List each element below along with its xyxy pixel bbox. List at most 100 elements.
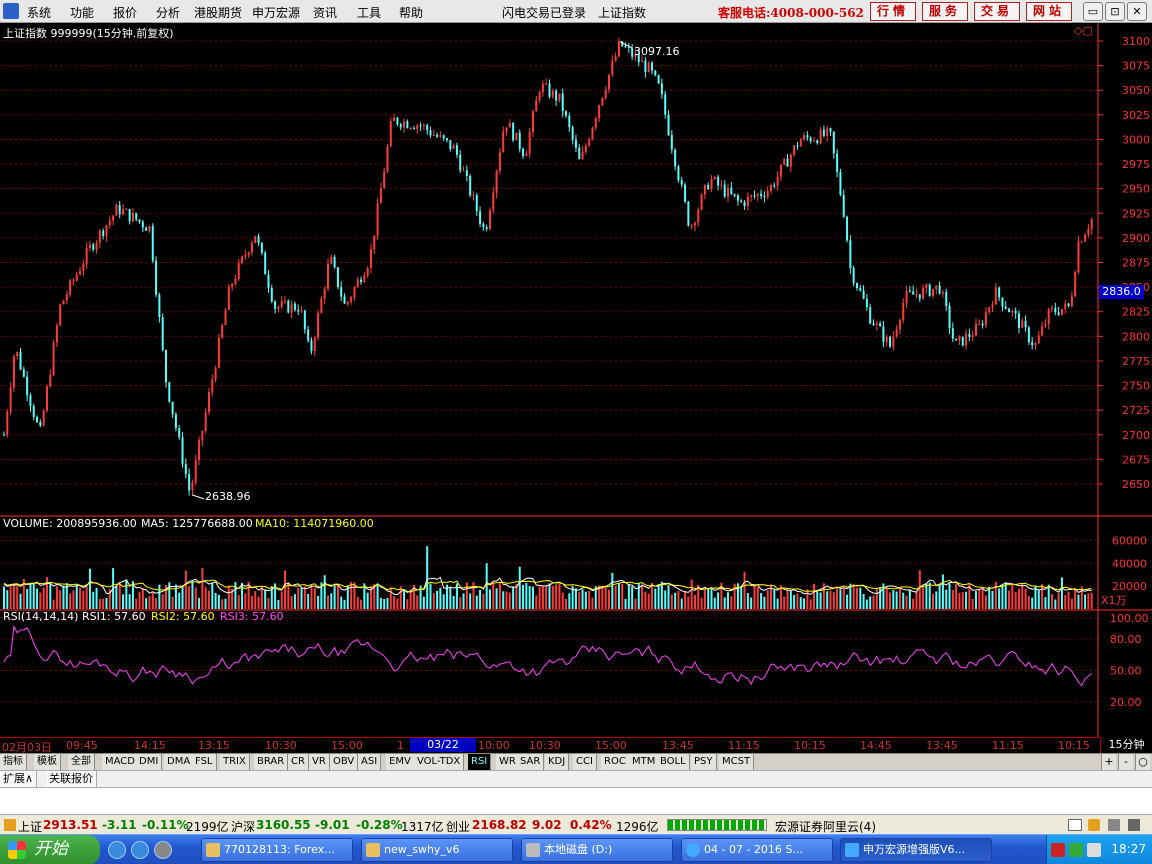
menu-quote[interactable]: 报价 [113,4,137,21]
start-button[interactable]: 开始 [0,835,100,864]
quote-button[interactable]: 行情 [870,2,916,21]
candle-body [558,93,561,101]
menu-swhy[interactable]: 申万宏源 [252,4,300,21]
candle-body [974,323,977,336]
candle-body [664,94,667,115]
restore-button[interactable]: ⊡ [1105,2,1125,21]
indicator-tab-psy[interactable]: PSY [691,754,717,770]
indicator-tab-emv[interactable]: EMV [386,754,415,770]
indicator-tab-cr[interactable]: CR [288,754,309,770]
expand-tab[interactable]: 扩展∧ [0,771,38,787]
ie2-icon[interactable] [131,841,149,859]
price-tick-label: 2700 [1122,429,1150,442]
task-folder[interactable]: new_swhy_v6 [361,838,513,862]
indicator-tab-全部[interactable]: 全部 [68,754,95,770]
candle-body [895,329,898,337]
candle-body [591,127,594,140]
clock: 18:27 [1111,842,1146,856]
menu-tools[interactable]: 工具 [357,4,381,21]
indicator-tab-mcst[interactable]: MCST [719,754,755,770]
volume-bar [29,583,32,609]
lock-icon[interactable] [1108,819,1120,831]
volume-bar [1070,598,1073,609]
task-forex[interactable]: 770128113: Forex... [201,838,353,862]
candle-body [928,284,931,296]
network-icon[interactable] [1087,843,1101,857]
indicator-side-button[interactable]: + [1101,754,1116,770]
volume-bar [690,579,693,609]
candle-body [727,187,730,197]
indicator-tab-sar[interactable]: SAR [517,754,545,770]
indicator-tab-vr[interactable]: VR [309,754,330,770]
indicator-tab-brar[interactable]: BRAR [254,754,289,770]
broadcast-icon[interactable] [1088,819,1100,831]
time-tick-label: 11:15 [992,739,1024,752]
indicator-tab-fsl[interactable]: FSL [192,754,217,770]
player-icon[interactable] [154,841,172,859]
volume-bar [766,590,769,609]
menu-system[interactable]: 系统 [27,4,51,21]
volume-bar [604,585,607,609]
tray-icon[interactable] [1051,843,1065,857]
candle-body [1087,229,1090,235]
minimize-button[interactable]: ▭ [1083,2,1103,21]
chart-corner-icons[interactable]: ◇▢ [1074,24,1093,37]
candle-body [178,428,181,438]
task-disk[interactable]: 本地磁盘 (D:) [521,838,673,862]
indicator-tab-dmi[interactable]: DMI [136,754,163,770]
indicator-tab-模板[interactable]: 模板 [34,754,61,770]
indicator-tab-mtm[interactable]: MTM [629,754,660,770]
menu-hk-futures[interactable]: 港股期货 [194,4,242,21]
menu-function[interactable]: 功能 [70,4,94,21]
indicator-tab-obv[interactable]: OBV [330,754,359,770]
candle-body [455,145,458,155]
task-swhy[interactable]: 申万宏源增强版V6... [840,838,992,862]
indicator-side-button[interactable]: - [1118,754,1133,770]
volume-bar [1047,584,1050,609]
volume-bar [961,592,964,609]
candle-body [601,97,604,106]
volume-bar [1084,594,1087,609]
indicator-tab-trix[interactable]: TRIX [220,754,250,770]
price-tick-label: 3075 [1122,60,1150,73]
indicator-tab-asi[interactable]: ASI [358,754,382,770]
volume-bar [839,589,842,609]
website-button[interactable]: 网站 [1026,2,1072,21]
volume-bar [317,595,320,609]
indicator-tab-kdj[interactable]: KDJ [545,754,570,770]
task-browser[interactable]: 04 - 07 - 2016 S... [681,838,833,862]
indicator-tab-cci[interactable]: CCI [573,754,597,770]
candle-body [254,236,257,243]
candle-body [604,89,607,98]
related-quote-tab[interactable]: 关联报价 [46,771,97,787]
candle-body [403,121,406,128]
indicator-tab-rsi[interactable]: RSI [468,754,492,770]
volume-bar [1077,594,1080,609]
menu-help[interactable]: 帮助 [399,4,423,21]
menu-info[interactable]: 资讯 [313,4,337,21]
indicator-tab-macd[interactable]: MACD [102,754,139,770]
close-button[interactable]: ✕ [1127,2,1147,21]
ie-icon[interactable] [108,841,126,859]
settings-icon[interactable] [1128,819,1140,831]
kline-chart[interactable]: 3100 3075 3050 3025 3000 2975 2950 2925 2900 2875… [0,23,1152,737]
menu-analysis[interactable]: 分析 [156,4,180,21]
service-button[interactable]: 服务 [922,2,968,21]
trade-button[interactable]: 交易 [974,2,1020,21]
volume-bar [204,587,207,609]
volume-bar [760,593,763,609]
notify-icon[interactable] [1068,819,1082,831]
candle-body [1060,309,1063,315]
tray-icon[interactable] [1069,843,1083,857]
chart-canvas[interactable]: 3100 3075 3050 3025 3000 2975 2950 2925 2900 2875… [0,23,1152,737]
indicator-tab-vol-tdx[interactable]: VOL-TDX [414,754,465,770]
indicator-tab-boll[interactable]: BOLL [657,754,690,770]
indicator-tab-指标[interactable]: 指标 [0,754,27,770]
period-selector[interactable]: 15分钟 [1100,737,1152,753]
indicator-side-button[interactable]: ○ [1135,754,1150,770]
indicator-tab-dma[interactable]: DMA [164,754,195,770]
volume-bar [862,594,865,609]
indicator-tab-roc[interactable]: ROC [601,754,630,770]
volume-bar [601,587,604,609]
volume-bar [237,594,240,609]
